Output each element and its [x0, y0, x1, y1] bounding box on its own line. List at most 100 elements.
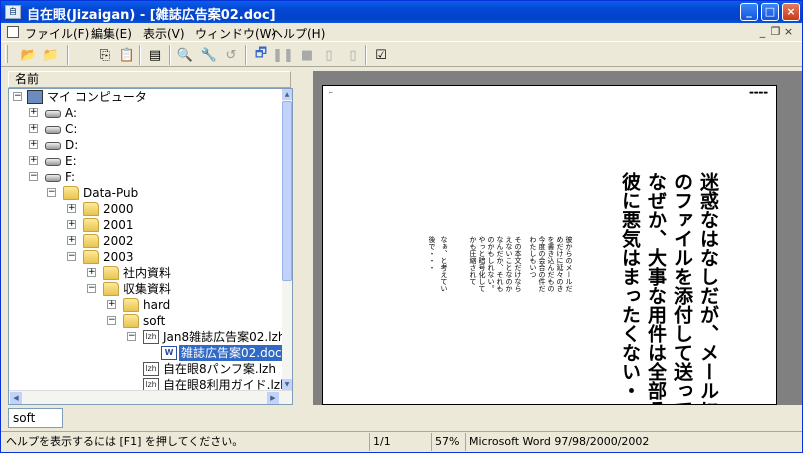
folder-up-button[interactable]: 📁: [41, 45, 61, 65]
collapse-icon[interactable]: −: [29, 172, 38, 181]
preview-large-line: 彼に悪気はまったくない・・: [619, 172, 641, 405]
mdi-close-button[interactable]: ×: [782, 25, 795, 38]
menu-help[interactable]: ヘルプ(H): [271, 25, 325, 42]
copy-icon: ⎘: [99, 47, 111, 63]
toolbar-separator: [365, 45, 367, 65]
tree-item-label: Data-Pub: [83, 186, 139, 200]
tree-item-label: マイ コンピュータ: [47, 90, 147, 104]
pause-button[interactable]: ❚❚: [272, 45, 294, 65]
paste-icon: 📋: [118, 47, 136, 63]
drive-icon: [45, 126, 61, 134]
expand-icon[interactable]: +: [87, 268, 96, 277]
paste-button[interactable]: 📋: [117, 45, 137, 65]
mdi-minimize-button[interactable]: _: [756, 25, 769, 38]
scroll-left-icon[interactable]: ◀: [10, 392, 22, 404]
tree-item-label: 雑誌広告案02.doc: [179, 345, 284, 361]
scroll-right-icon[interactable]: ▶: [267, 392, 279, 404]
tree-item-label: hard: [143, 298, 171, 312]
lzh-icon: lzh: [143, 330, 159, 344]
toolbar-grip[interactable]: [5, 45, 8, 63]
toolbar: 📂 📁 ⎘ 📋 ▤ 🔍 🔧 ↺ 🗗 ❚❚ ■ ▯ ▯ ☑: [1, 41, 802, 67]
status-bar: ヘルプを表示するには [F1] を押してください。 1/1 57% Micros…: [1, 431, 802, 452]
copy-button[interactable]: ⎘: [95, 45, 115, 65]
toolbar-separator: [169, 45, 171, 65]
stop-button[interactable]: ■: [297, 45, 317, 65]
expand-icon[interactable]: +: [67, 220, 76, 229]
menu-window[interactable]: ウィンドウ(W): [195, 25, 276, 42]
open-folder-button[interactable]: 📂: [19, 45, 39, 65]
preview-small-line: めだけに延々のき: [556, 236, 564, 292]
menu-edit[interactable]: 編集(E): [91, 25, 132, 42]
collapse-icon[interactable]: −: [107, 316, 116, 325]
pane-splitter[interactable]: [295, 71, 311, 405]
status-zoom: 57%: [431, 433, 463, 451]
preview-small-line: 彼からのメールだ: [565, 236, 573, 292]
search-button[interactable]: 🔍: [175, 45, 195, 65]
search-icon: 🔍: [176, 47, 194, 63]
properties-icon: ☑: [375, 47, 387, 63]
scroll-thumb[interactable]: [282, 101, 292, 281]
app-window: 自 自在眼(Jizaigan) - [雑誌広告案02.doc] _ □ × ファ…: [0, 0, 803, 453]
name-column-header[interactable]: 名前: [8, 71, 291, 88]
collapse-icon[interactable]: −: [67, 252, 76, 261]
tree-item-label: 2000: [103, 202, 134, 216]
menu-file[interactable]: ファイル(F): [25, 25, 89, 42]
folder-icon: [83, 250, 99, 264]
properties-button[interactable]: ☑: [371, 45, 391, 65]
document-preview-page[interactable]: ⌐ ▬▬▬▬ 迷惑なはなしだが、メールに のファイルを添付して送って なぜか、大…: [322, 85, 777, 405]
undo-button[interactable]: ↺: [221, 45, 241, 65]
expand-icon[interactable]: +: [67, 236, 76, 245]
view-button[interactable]: ▤: [145, 45, 165, 65]
preview-small-line: えないことなのか: [505, 236, 513, 292]
scroll-down-icon[interactable]: ▼: [282, 379, 292, 390]
collapse-icon[interactable]: −: [87, 284, 96, 293]
drive-icon: [45, 142, 61, 150]
preview-small-line: その本文だけなら: [514, 236, 522, 292]
collapse-icon[interactable]: −: [127, 332, 136, 341]
tree-item-label: 2001: [103, 218, 134, 232]
document-icon[interactable]: [7, 26, 19, 38]
expand-icon[interactable]: +: [29, 124, 38, 133]
menu-bar: ファイル(F) 編集(E) 表示(V) ウィンドウ(W) ヘルプ(H) _ ❐ …: [1, 23, 802, 41]
window-button[interactable]: 🗗: [251, 45, 271, 65]
tree-item-label: 社内資料: [123, 266, 172, 280]
minimize-button[interactable]: _: [740, 3, 758, 21]
maximize-button[interactable]: □: [761, 3, 779, 21]
status-page: 1/1: [369, 433, 427, 451]
expand-icon[interactable]: +: [29, 140, 38, 149]
preview-small-line: なぁ、と考えてい: [440, 236, 448, 292]
close-button[interactable]: ×: [782, 3, 800, 21]
expand-icon[interactable]: +: [67, 204, 76, 213]
window-title: 自在眼(Jizaigan) - [雑誌広告案02.doc]: [27, 8, 276, 23]
preview-small-line: わたしもいつ: [529, 236, 537, 278]
drive-icon: [45, 158, 61, 166]
page-prev-button[interactable]: ▯: [319, 45, 339, 65]
tree-item-label: 自在眼8パンフ案.lzh: [163, 362, 276, 376]
folder-tree[interactable]: − マイ コンピュータ + A: + C: + D: + E: − F: − D…: [8, 88, 293, 405]
collapse-icon[interactable]: −: [47, 188, 56, 197]
app-icon[interactable]: 自: [5, 5, 21, 19]
folder-icon: [103, 282, 119, 296]
expand-icon[interactable]: +: [107, 300, 116, 309]
folder-icon: [123, 314, 139, 328]
expand-icon[interactable]: +: [29, 108, 38, 117]
path-field[interactable]: soft: [8, 408, 63, 428]
tree-item-label: A:: [65, 106, 78, 120]
tool-button[interactable]: 🔧: [199, 45, 219, 65]
open-folder-icon: 📂: [20, 47, 38, 63]
collapse-icon[interactable]: −: [13, 92, 22, 101]
expand-icon[interactable]: +: [29, 156, 38, 165]
stop-icon: ■: [300, 47, 314, 63]
tree-vertical-scrollbar[interactable]: ▲ ▼: [282, 89, 292, 390]
menu-view[interactable]: 表示(V): [143, 25, 185, 42]
tree-item-label: 2002: [103, 234, 134, 248]
tree-item-label: E:: [65, 154, 77, 168]
tree-item-label: D:: [65, 138, 79, 152]
preview-small-line: 後で・・・: [428, 236, 436, 271]
page-next-button[interactable]: ▯: [343, 45, 363, 65]
mdi-restore-button[interactable]: ❐: [769, 25, 782, 38]
tree-horizontal-scrollbar[interactable]: ◀ ▶: [9, 390, 292, 404]
window-icon: 🗗: [254, 46, 268, 61]
toolbar-separator: [139, 45, 141, 65]
scroll-up-icon[interactable]: ▲: [282, 89, 292, 100]
